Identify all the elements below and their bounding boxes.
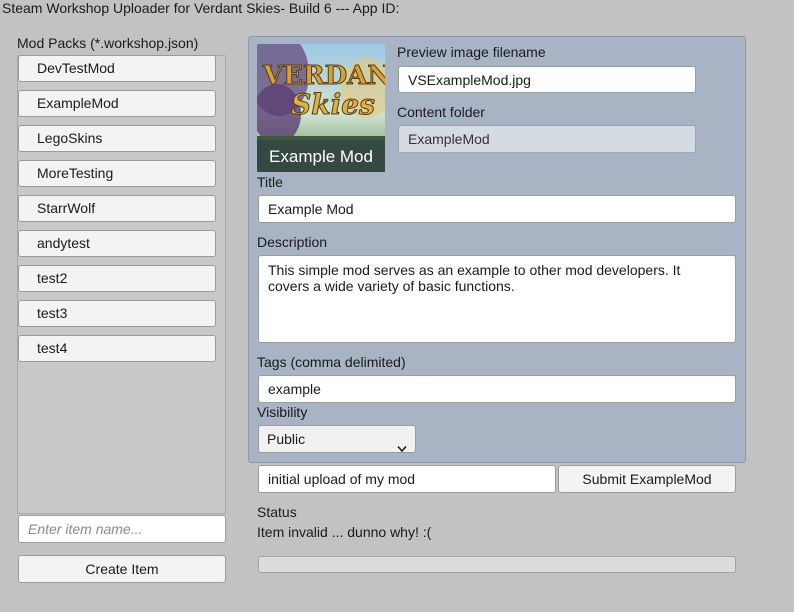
status-message: Item invalid ... dunno why! :(: [257, 524, 432, 540]
content-folder-label: Content folder: [397, 104, 485, 120]
mod-pack-item[interactable]: test3: [18, 300, 216, 327]
mod-pack-item[interactable]: test2: [18, 265, 216, 292]
content-folder-field: ExampleMod: [398, 125, 696, 153]
tags-label: Tags (comma delimited): [257, 354, 406, 370]
title-field[interactable]: Example Mod: [258, 195, 736, 223]
mod-pack-item[interactable]: andytest: [18, 230, 216, 257]
title-label: Title: [257, 174, 283, 190]
status-label: Status: [257, 504, 297, 520]
preview-filename-field[interactable]: VSExampleMod.jpg: [398, 66, 696, 93]
visibility-label: Visibility: [257, 404, 308, 420]
visibility-dropdown[interactable]: Public: [258, 425, 416, 453]
mod-pack-item[interactable]: ExampleMod: [18, 90, 216, 117]
mod-pack-item[interactable]: test4: [18, 335, 216, 362]
preview-image: VERDANT Skies Example Mod: [257, 44, 385, 172]
mod-pack-item[interactable]: LegoSkins: [18, 125, 216, 152]
mod-pack-item[interactable]: DevTestMod: [18, 55, 216, 82]
mod-pack-item[interactable]: StarrWolf: [18, 195, 216, 222]
description-label: Description: [257, 234, 328, 250]
description-field[interactable]: This simple mod serves as an example to …: [258, 255, 736, 343]
visibility-selected: Public: [267, 431, 306, 447]
preview-logo-top: VERDANT: [262, 61, 385, 91]
item-name-input[interactable]: [18, 515, 226, 543]
preview-logo-bottom: Skies: [291, 88, 375, 121]
mod-pack-item[interactable]: MoreTesting: [18, 160, 216, 187]
submit-button[interactable]: Submit ExampleMod: [558, 465, 736, 493]
preview-image-art: VERDANT Skies Example Mod: [257, 44, 385, 172]
preview-caption: Example Mod: [269, 147, 373, 166]
window-title: Steam Workshop Uploader for Verdant Skie…: [2, 0, 400, 16]
chevron-down-icon: [397, 435, 407, 453]
mod-packs-heading: Mod Packs (*.workshop.json): [17, 35, 199, 51]
change-note-field[interactable]: initial upload of my mod: [258, 465, 556, 493]
upload-progress-bar: [258, 556, 736, 573]
tags-field[interactable]: example: [258, 375, 736, 403]
preview-filename-label: Preview image filename: [397, 44, 546, 60]
create-item-button[interactable]: Create Item: [18, 555, 226, 583]
